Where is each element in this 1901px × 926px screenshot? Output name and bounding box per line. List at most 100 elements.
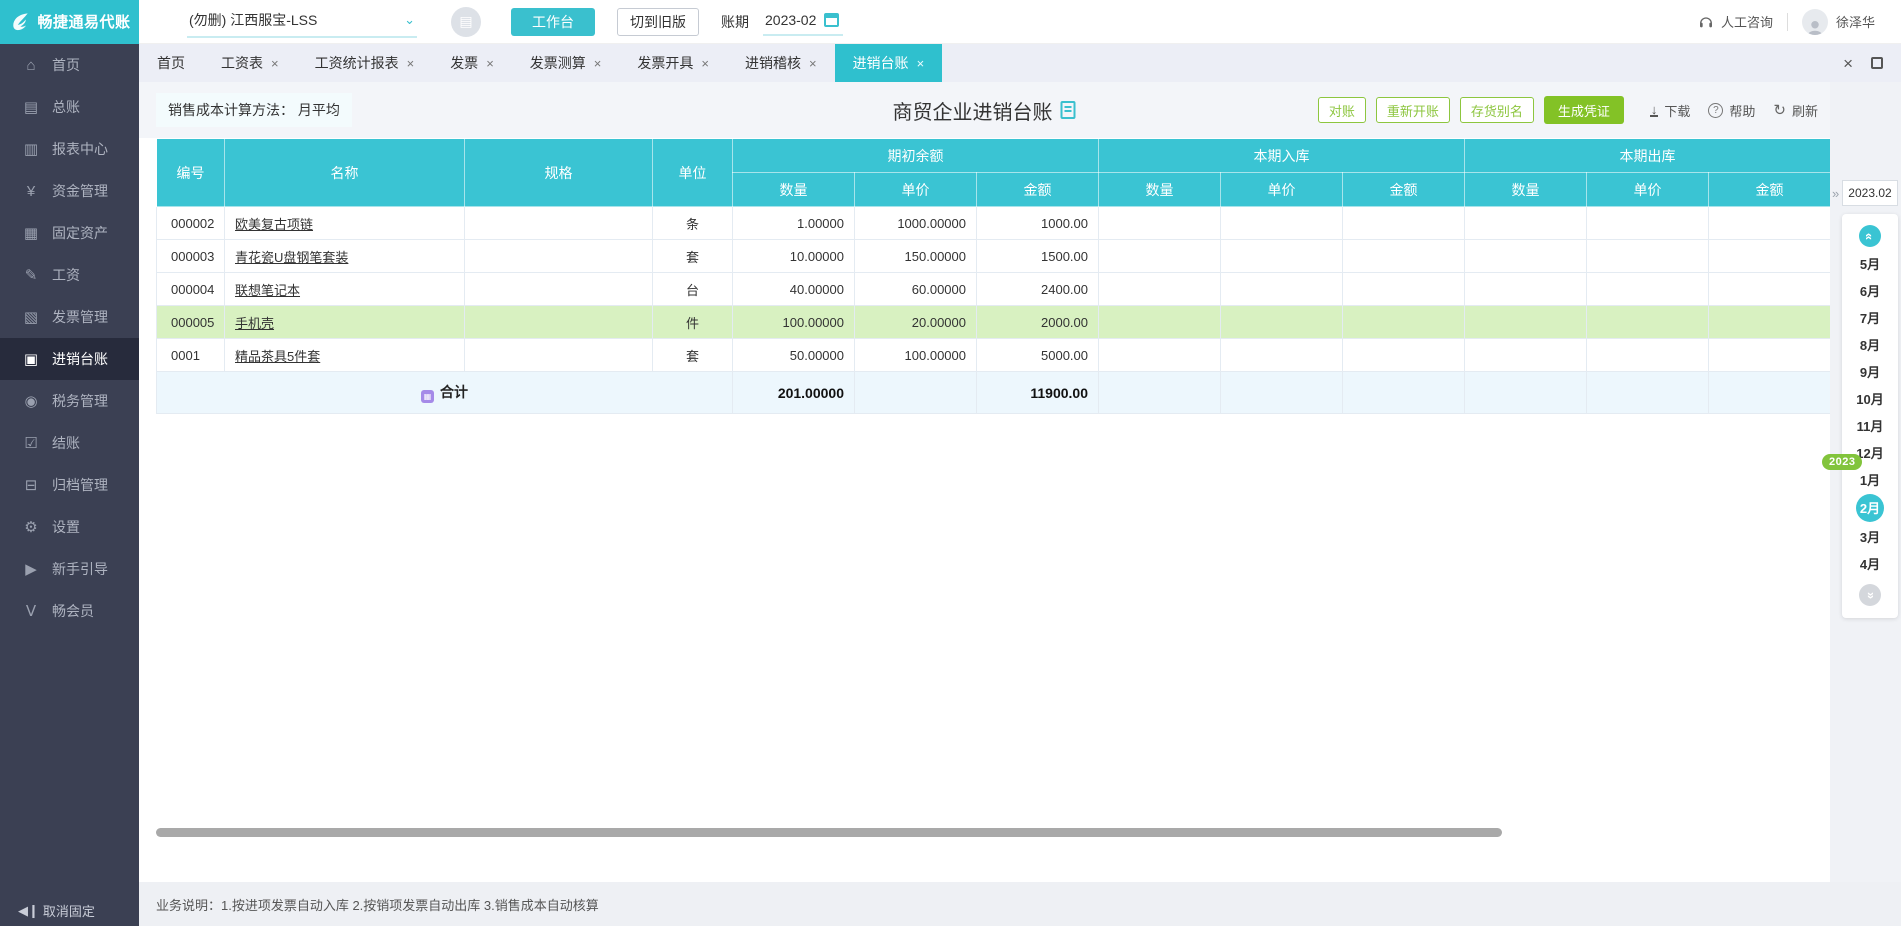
sub-header-price: 单价: [854, 172, 977, 207]
sidebar-item-funds[interactable]: ¥ 资金管理: [0, 170, 139, 212]
table-row: 000004 联想笔记本 台 40.00000 60.00000 2400.00: [156, 272, 1831, 306]
sidebar: ⌂ 首页 ▤ 总账 ▥ 报表中心 ¥ 资金管理 ▦ 固定资产 ✎ 工资 ▧ 发票管理 ▣ 进销台…: [0, 44, 139, 926]
month-item[interactable]: 8月: [1842, 332, 1898, 359]
month-item[interactable]: 7月: [1842, 305, 1898, 332]
cell-name: 精品茶具5件套: [224, 338, 465, 372]
home-icon: ⌂: [26, 56, 36, 74]
download-button[interactable]: ↓ 下载: [1649, 101, 1690, 120]
cell-out-price: [1586, 239, 1709, 273]
scrollbar-thumb[interactable]: [156, 828, 1502, 837]
month-item-active[interactable]: 2月: [1842, 494, 1898, 524]
sidebar-item-closing[interactable]: ☑ 结账: [0, 422, 139, 464]
sidebar-item-home[interactable]: ⌂ 首页: [0, 44, 139, 86]
month-item[interactable]: 11月: [1842, 413, 1898, 440]
item-link[interactable]: 联想笔记本: [235, 283, 300, 298]
cell-out-amount: [1708, 305, 1831, 339]
cell-spec: [464, 305, 653, 339]
period-picker[interactable]: 2023-02: [763, 8, 844, 36]
close-icon[interactable]: ×: [486, 56, 494, 71]
total-empty: [1708, 371, 1831, 414]
item-link[interactable]: 欧美复古项链: [235, 217, 313, 232]
close-all-tabs-icon[interactable]: ×: [1843, 55, 1853, 72]
month-item[interactable]: 4月: [1842, 551, 1898, 578]
cell-opening-qty: 1.00000: [732, 206, 855, 240]
cell-out-qty: [1464, 305, 1587, 339]
close-icon[interactable]: ×: [809, 56, 817, 71]
sidebar-item-settings[interactable]: ⚙ 设置: [0, 506, 139, 548]
sidebar-item-report-center[interactable]: ▥ 报表中心: [0, 128, 139, 170]
tab-home[interactable]: 首页: [139, 44, 203, 82]
money-icon: ¥: [26, 182, 36, 200]
sub-header-price: 单价: [1220, 172, 1343, 207]
cell-code: 000004: [156, 272, 225, 306]
month-item[interactable]: 6月: [1842, 278, 1898, 305]
fullscreen-icon[interactable]: [1871, 57, 1883, 69]
refresh-button[interactable]: ↻ 刷新: [1773, 101, 1818, 120]
help-button[interactable]: ? 帮助: [1708, 101, 1755, 120]
tab-purchase-sale-audit[interactable]: 进销稽核 ×: [727, 44, 835, 82]
sub-header-qty: 数量: [732, 172, 855, 207]
cell-opening-amount: 1500.00: [976, 239, 1099, 273]
close-icon[interactable]: ×: [271, 56, 279, 71]
document-icon[interactable]: [1060, 101, 1076, 119]
sidebar-item-member[interactable]: Ⅴ 畅会员: [0, 590, 139, 632]
tab-invoice[interactable]: 发票 ×: [432, 44, 512, 82]
tab-salary-sheet[interactable]: 工资表 ×: [203, 44, 297, 82]
cell-spec: [464, 206, 653, 240]
sub-header-amount: 金额: [976, 172, 1099, 207]
table-row: 000003 青花瓷U盘钢笔套装 套 10.00000 150.00000 15…: [156, 239, 1831, 273]
unpin-sidebar-button[interactable]: ◀❙ 取消固定: [18, 901, 95, 920]
stock-alias-button[interactable]: 存货别名: [1459, 97, 1534, 123]
month-item[interactable]: 5月: [1842, 251, 1898, 278]
item-link[interactable]: 手机壳: [235, 316, 274, 331]
cell-unit: 条: [652, 206, 733, 240]
tab-invoice-issue[interactable]: 发票开具 ×: [619, 44, 727, 82]
tab-salary-report[interactable]: 工资统计报表 ×: [297, 44, 433, 82]
sidebar-item-tax-mgmt[interactable]: ◉ 税务管理: [0, 380, 139, 422]
close-icon[interactable]: ×: [701, 56, 709, 71]
item-link[interactable]: 青花瓷U盘钢笔套装: [235, 250, 348, 265]
close-icon[interactable]: ×: [594, 56, 602, 71]
sub-header-amount: 金额: [1342, 172, 1465, 207]
collapse-panel-icon[interactable]: »: [1832, 186, 1839, 201]
reopen-account-button[interactable]: 重新开账: [1375, 97, 1450, 123]
switch-old-version-button[interactable]: 切到旧版: [617, 7, 699, 36]
month-item[interactable]: 3月: [1842, 524, 1898, 551]
sidebar-item-fixed-assets[interactable]: ▦ 固定资产: [0, 212, 139, 254]
sidebar-item-general-ledger[interactable]: ▤ 总账: [0, 86, 139, 128]
edit-icon: ✎: [24, 267, 38, 284]
cell-opening-price: 20.00000: [854, 305, 977, 339]
sub-header-price: 单价: [1586, 172, 1709, 207]
building-icon: ▦: [23, 225, 39, 242]
consult-link[interactable]: 人工咨询: [1698, 12, 1773, 31]
close-icon[interactable]: ×: [407, 56, 415, 71]
generate-voucher-button[interactable]: 生成凭证: [1543, 96, 1624, 124]
sidebar-item-salary[interactable]: ✎ 工资: [0, 254, 139, 296]
horizontal-scrollbar: [156, 828, 1830, 837]
sidebar-item-invoice-mgmt[interactable]: ▧ 发票管理: [0, 296, 139, 338]
company-selector[interactable]: (勿删) 江西服宝-LSS ⌄: [187, 6, 417, 38]
user-menu[interactable]: 徐泽华: [1801, 8, 1875, 35]
quick-record-icon[interactable]: ▤: [451, 6, 481, 37]
cell-out-amount: [1708, 338, 1831, 372]
cell-in-amount: [1342, 239, 1465, 273]
month-item[interactable]: 1月: [1842, 467, 1898, 494]
tab-purchase-sale-ledger[interactable]: 进销台账 ×: [834, 44, 943, 82]
sidebar-item-archive[interactable]: ⊟ 归档管理: [0, 464, 139, 506]
reconcile-button[interactable]: 对账: [1317, 97, 1366, 123]
scroll-down-button[interactable]: «: [1859, 584, 1881, 606]
month-item[interactable]: 9月: [1842, 359, 1898, 386]
report-icon: ▥: [23, 141, 39, 158]
cell-unit: 台: [652, 272, 733, 306]
tab-invoice-calc[interactable]: 发票测算 ×: [512, 44, 620, 82]
tabbar-tools: ×: [1843, 44, 1901, 82]
cell-spec: [464, 272, 653, 306]
scroll-up-button[interactable]: «: [1859, 225, 1881, 247]
sidebar-item-purchase-sale-ledger[interactable]: ▣ 进销台账: [0, 338, 139, 380]
close-icon[interactable]: ×: [917, 56, 925, 71]
sidebar-item-beginner-guide[interactable]: ▶ 新手引导: [0, 548, 139, 590]
workbench-button[interactable]: 工作台: [511, 7, 595, 36]
month-item[interactable]: 10月: [1842, 386, 1898, 413]
item-link[interactable]: 精品茶具5件套: [235, 349, 320, 364]
month-strip: » 2023.02 « 5月 6月 7月 8月 9月 10月 11月 12月 1…: [1822, 82, 1901, 926]
